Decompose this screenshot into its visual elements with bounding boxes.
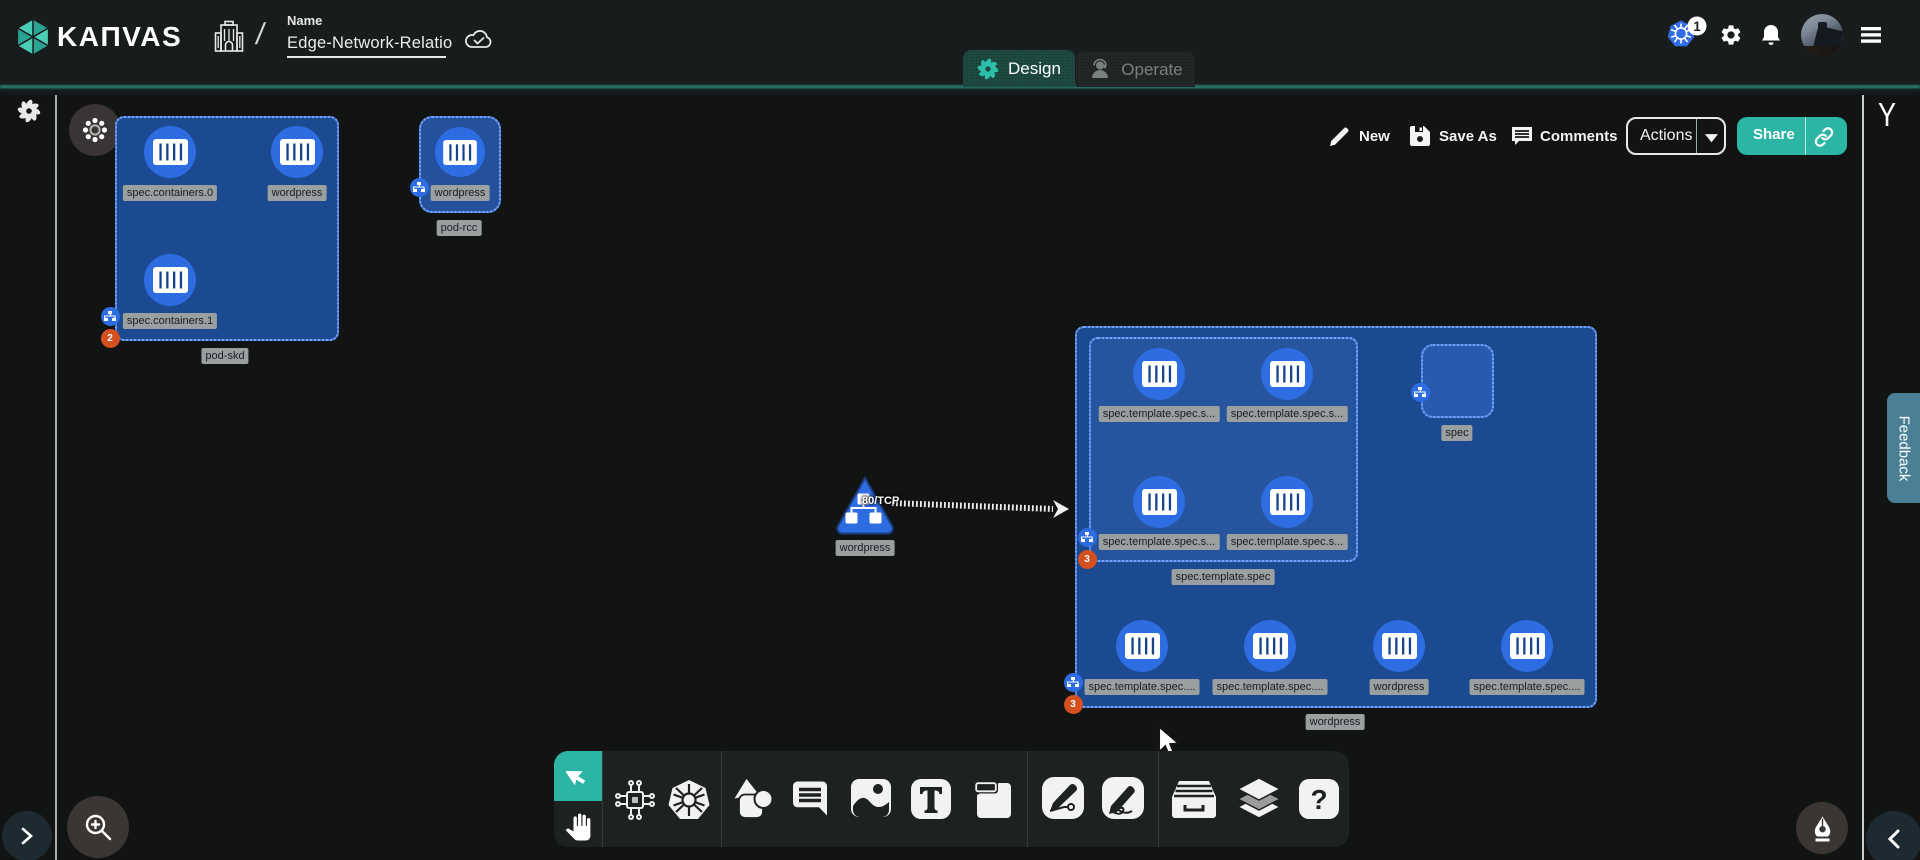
svg-text:1: 1 (1693, 19, 1701, 34)
svg-text:?: ? (1310, 784, 1327, 815)
